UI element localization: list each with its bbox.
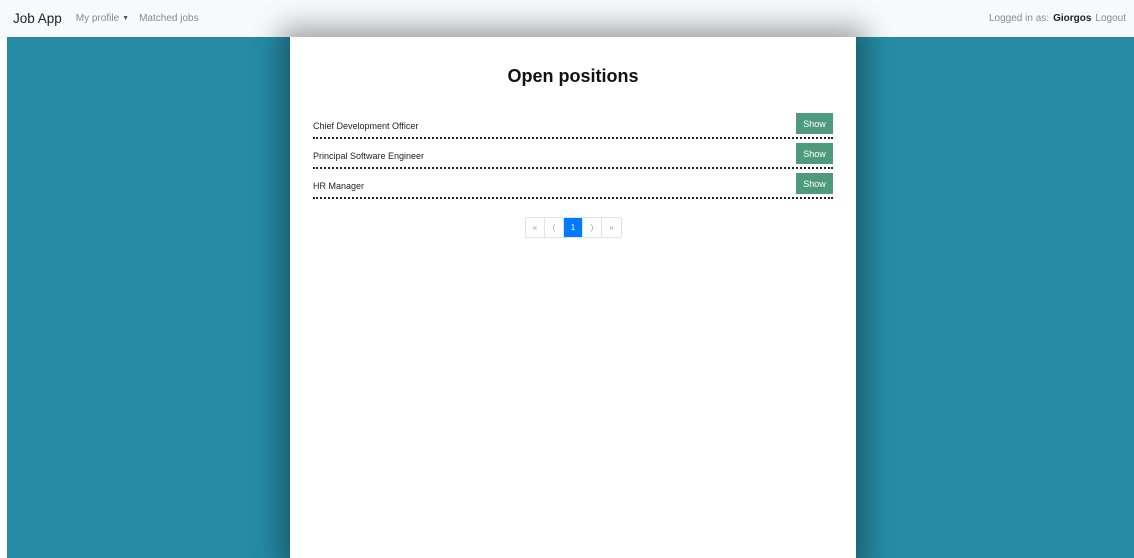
show-job-button[interactable]: Show <box>796 113 833 134</box>
list-item: Principal Software Engineer Show <box>313 140 833 169</box>
top-navbar: Job App My profile ▼ Matched jobs Logged… <box>0 0 1134 37</box>
job-list: Chief Development Officer Show Principal… <box>313 110 833 200</box>
page: Job App My profile ▼ Matched jobs Logged… <box>0 0 1134 558</box>
list-item: HR Manager Show <box>313 170 833 199</box>
first-page-button[interactable]: « <box>526 218 545 237</box>
username: Giorgos <box>1053 13 1092 24</box>
logout-link[interactable]: Logout <box>1095 13 1126 24</box>
brand-link[interactable]: Job App <box>13 11 62 26</box>
show-job-button[interactable]: Show <box>796 173 833 194</box>
job-title: Chief Development Officer <box>313 121 419 131</box>
my-profile-dropdown[interactable]: My profile ▼ <box>76 13 129 24</box>
current-page-button[interactable]: 1 <box>564 218 583 237</box>
matched-jobs-link[interactable]: Matched jobs <box>139 13 198 24</box>
my-profile-label: My profile <box>75 13 120 24</box>
job-title: HR Manager <box>313 181 365 191</box>
prev-page-button[interactable]: ( <box>545 218 564 237</box>
list-item: Chief Development Officer Show <box>313 110 833 139</box>
caret-down-icon: ▼ <box>122 15 130 22</box>
show-job-button[interactable]: Show <box>796 143 833 164</box>
job-title: Principal Software Engineer <box>313 151 425 161</box>
page-title: Open positions <box>507 66 639 86</box>
main-card: Open positions Chief Development Officer… <box>290 37 856 558</box>
user-info: Logged in as: Giorgos Logout <box>989 13 1126 24</box>
pagination: « ( 1 ) » <box>525 217 622 238</box>
next-page-button[interactable]: ) <box>583 218 602 237</box>
logged-in-label: Logged in as: <box>989 13 1050 24</box>
last-page-button[interactable]: » <box>602 218 621 237</box>
